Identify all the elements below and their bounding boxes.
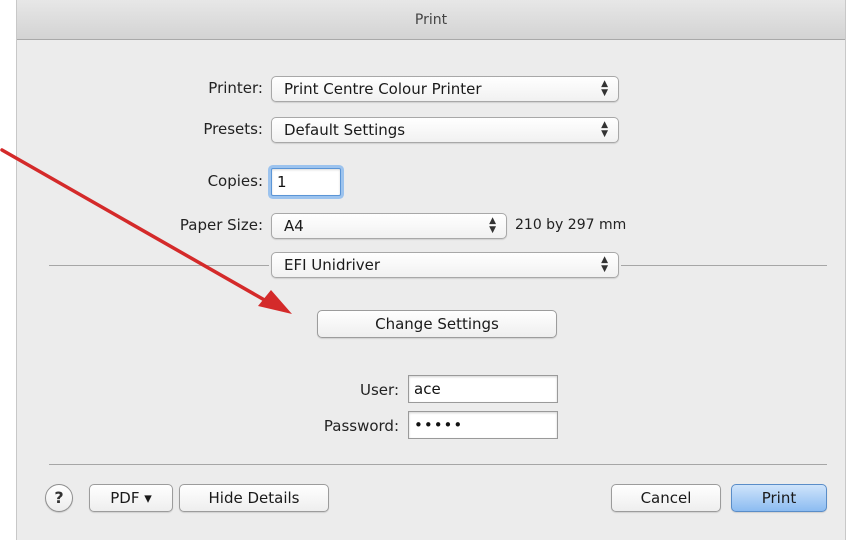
cancel-button[interactable]: Cancel [611, 484, 721, 512]
updown-chevron-icon: ▲ ▼ [601, 79, 608, 98]
print-dialog: Print Printer: Print Centre Colour Print… [16, 0, 846, 540]
updown-chevron-icon: ▲ ▼ [601, 255, 608, 274]
updown-chevron-icon: ▲ ▼ [489, 216, 496, 235]
change-settings-button[interactable]: Change Settings [317, 310, 557, 338]
password-label: Password: [323, 417, 399, 435]
password-field[interactable]: ••••• [408, 411, 558, 439]
presets-value: Default Settings [284, 121, 406, 139]
user-label: User: [360, 381, 399, 399]
paper-size-popup[interactable]: A4 ▲ ▼ [271, 213, 507, 239]
section-divider-left [49, 265, 269, 266]
presets-popup[interactable]: Default Settings ▲ ▼ [271, 117, 619, 143]
section-divider-right [621, 265, 827, 266]
user-field[interactable]: ace [408, 375, 558, 403]
printer-popup[interactable]: Print Centre Colour Printer ▲ ▼ [271, 76, 619, 102]
presets-label: Presets: [203, 120, 263, 138]
printer-label: Printer: [208, 79, 263, 97]
footer-divider [49, 464, 827, 465]
paper-size-dimensions: 210 by 297 mm [515, 217, 627, 233]
window-title: Print [414, 12, 448, 28]
print-button[interactable]: Print [731, 484, 827, 512]
hide-details-button[interactable]: Hide Details [179, 484, 329, 512]
question-mark-icon[interactable]: ? [45, 484, 73, 512]
driver-section-popup[interactable]: EFI Unidriver ▲ ▼ [271, 252, 619, 278]
driver-section-value: EFI Unidriver [284, 256, 381, 274]
title-bar: Print [17, 0, 845, 40]
pdf-menu-button[interactable]: PDF ▾ [89, 484, 173, 512]
copies-label: Copies: [207, 172, 263, 190]
printer-value: Print Centre Colour Printer [284, 80, 482, 98]
paper-size-value: A4 [284, 217, 304, 235]
updown-chevron-icon: ▲ ▼ [601, 120, 608, 139]
copies-field[interactable]: 1 [271, 168, 341, 196]
paper-size-label: Paper Size: [179, 216, 263, 234]
